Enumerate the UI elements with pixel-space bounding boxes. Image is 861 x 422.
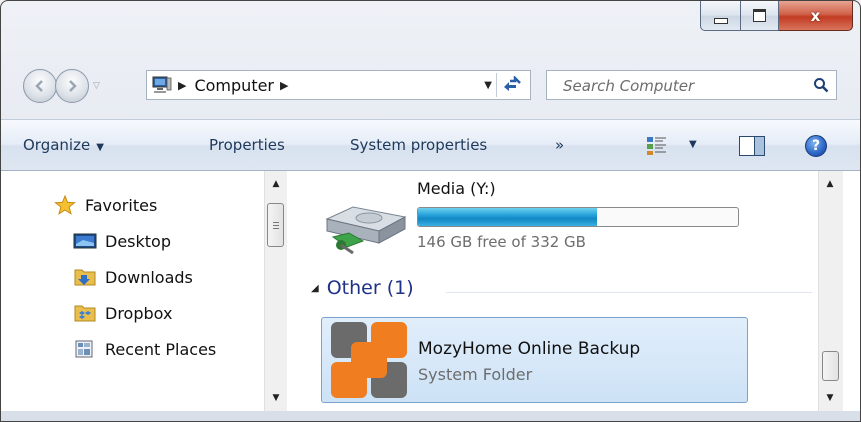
address-bar[interactable]: ▶ Computer ▶ ▼ bbox=[146, 70, 531, 100]
main-scrollbar[interactable]: ▲ ▼ bbox=[818, 171, 843, 411]
close-icon: x bbox=[810, 6, 821, 25]
sidebar-item-label: Favorites bbox=[85, 195, 158, 215]
view-options-dropdown-icon[interactable]: ▼ bbox=[689, 139, 697, 150]
close-button[interactable]: x bbox=[779, 1, 853, 31]
maximize-button[interactable] bbox=[741, 1, 779, 31]
organize-menu[interactable]: Organize ▼ bbox=[23, 136, 104, 154]
back-button[interactable] bbox=[23, 69, 57, 103]
address-history-dropdown-icon[interactable]: ▼ bbox=[484, 80, 492, 91]
organize-label: Organize bbox=[23, 136, 91, 154]
folder-name: MozyHome Online Backup bbox=[418, 339, 641, 359]
forward-button[interactable] bbox=[55, 69, 89, 103]
recent-places-icon bbox=[75, 340, 93, 358]
star-icon bbox=[54, 195, 76, 215]
group-divider bbox=[446, 292, 812, 293]
sidebar-item-label: Desktop bbox=[105, 231, 171, 251]
group-header-other[interactable]: ◢ Other (1) bbox=[311, 277, 414, 299]
drive-name[interactable]: Media (Y:) bbox=[417, 179, 496, 198]
group-label: Other (1) bbox=[326, 277, 414, 299]
maximize-icon bbox=[753, 9, 766, 22]
downloads-folder-icon bbox=[74, 269, 96, 286]
recent-pages-dropdown[interactable]: ▽ bbox=[93, 81, 100, 91]
drive-free-space: 146 GB free of 332 GB bbox=[417, 233, 586, 251]
folder-type: System Folder bbox=[418, 365, 533, 384]
navigation-pane: Favorites Desktop Downloads Dropbox Rece… bbox=[1, 171, 264, 411]
navigation-pane-scrollbar[interactable]: ▲ ▼ bbox=[264, 171, 287, 411]
breadcrumb-arrow-icon[interactable]: ▶ bbox=[280, 79, 288, 92]
scroll-down-arrow-icon[interactable]: ▼ bbox=[265, 389, 287, 407]
window-bottom-frame bbox=[1, 411, 860, 421]
sidebar-item-label: Recent Places bbox=[105, 339, 217, 359]
minimize-button[interactable] bbox=[700, 1, 741, 31]
preview-pane-icon bbox=[754, 137, 764, 155]
scroll-up-arrow-icon[interactable]: ▲ bbox=[265, 175, 287, 193]
properties-button[interactable]: Properties bbox=[209, 136, 285, 154]
sidebar-item-label: Dropbox bbox=[105, 303, 173, 323]
more-commands-button[interactable]: » bbox=[555, 136, 564, 154]
change-view-icon[interactable] bbox=[646, 136, 668, 156]
breadcrumb-arrow-icon[interactable]: ▶ bbox=[178, 79, 186, 92]
drive-usage-fill bbox=[418, 208, 598, 226]
back-arrow-icon bbox=[35, 80, 43, 92]
address-divider bbox=[496, 73, 497, 97]
collapse-triangle-icon[interactable]: ◢ bbox=[311, 283, 319, 294]
drive-usage-bar bbox=[417, 207, 739, 227]
sidebar-item-desktop[interactable]: Desktop bbox=[73, 231, 171, 251]
search-icon[interactable] bbox=[813, 77, 829, 93]
computer-icon bbox=[152, 76, 172, 93]
desktop-icon bbox=[73, 233, 97, 249]
search-box[interactable] bbox=[546, 70, 837, 100]
chevron-down-icon: ▼ bbox=[96, 142, 104, 153]
breadcrumb-computer[interactable]: Computer bbox=[194, 76, 274, 95]
caption-buttons: x bbox=[700, 1, 853, 35]
mozy-logo-icon bbox=[331, 322, 407, 398]
sidebar-item-dropbox[interactable]: Dropbox bbox=[73, 303, 172, 323]
preview-pane-button[interactable] bbox=[739, 136, 765, 156]
dropbox-folder-icon bbox=[74, 305, 96, 322]
minimize-icon bbox=[713, 17, 728, 24]
hard-drive-icon[interactable] bbox=[323, 195, 407, 259]
command-bar: Organize ▼ Properties System properties »… bbox=[1, 119, 860, 171]
explorer-window: x ▽ ▶ Computer ▶ ▼ Search Computer Organ… bbox=[0, 0, 861, 422]
folder-tile-mozyhome[interactable]: MozyHome Online Backup System Folder bbox=[321, 317, 748, 403]
sidebar-item-recent-places[interactable]: Recent Places bbox=[73, 339, 216, 359]
content-area: Favorites Desktop Downloads Dropbox Rece… bbox=[1, 171, 860, 421]
scrollbar-thumb[interactable] bbox=[267, 203, 284, 247]
sidebar-item-downloads[interactable]: Downloads bbox=[73, 267, 193, 287]
search-input[interactable] bbox=[561, 75, 805, 97]
help-button[interactable]: ? bbox=[805, 135, 827, 157]
forward-arrow-icon bbox=[69, 80, 77, 92]
sidebar-item-favorites[interactable]: Favorites bbox=[53, 195, 157, 215]
main-scrollbar-thumb[interactable] bbox=[822, 351, 839, 381]
sidebar-item-label: Downloads bbox=[105, 267, 193, 287]
scroll-down-arrow-icon[interactable]: ▼ bbox=[819, 389, 841, 407]
refresh-icon[interactable] bbox=[501, 76, 523, 94]
scroll-up-arrow-icon[interactable]: ▲ bbox=[819, 175, 841, 193]
system-properties-button[interactable]: System properties bbox=[350, 136, 487, 154]
